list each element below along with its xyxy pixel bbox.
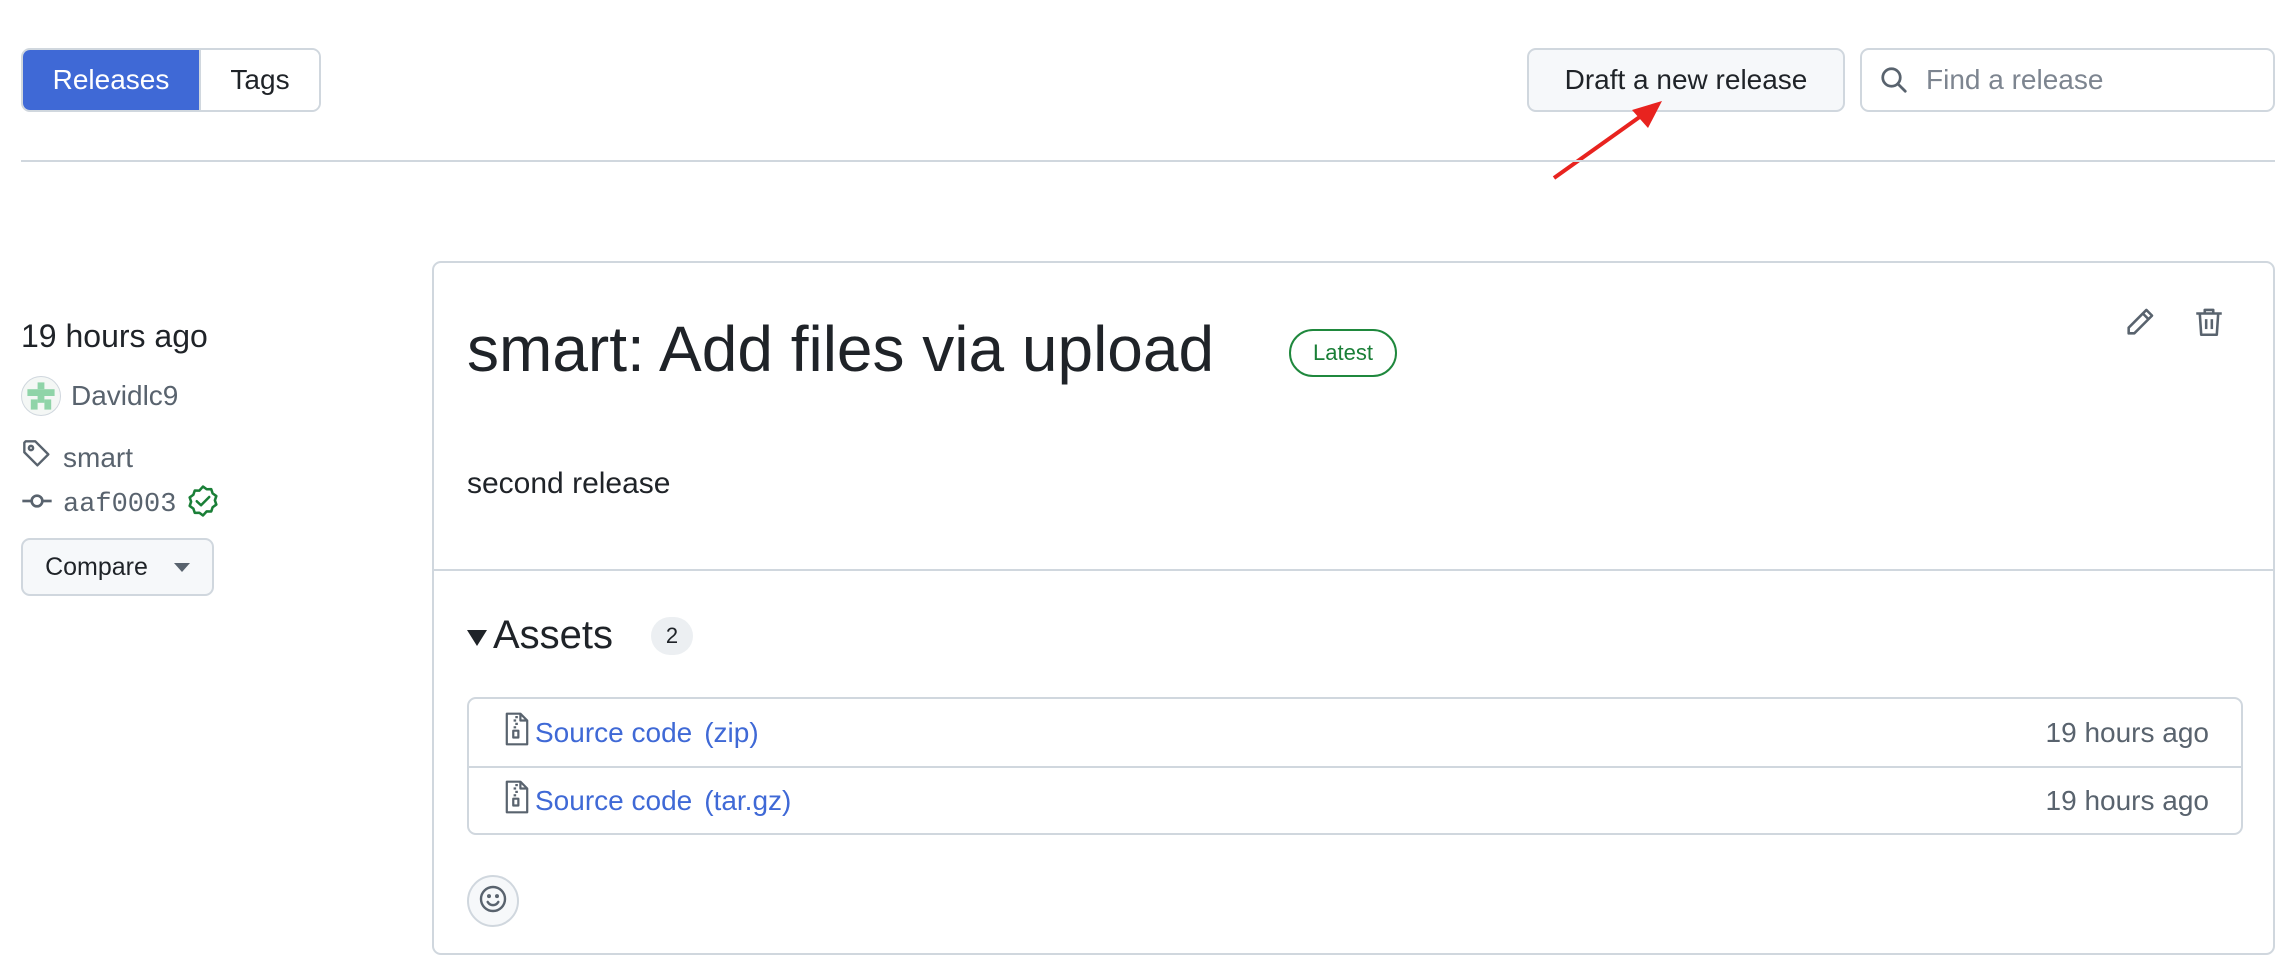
pencil-icon[interactable] [2123, 305, 2157, 344]
asset-time: 19 hours ago [2045, 716, 2209, 748]
asset-link-targz[interactable]: Source code (tar.gz) [503, 780, 2046, 821]
list-item: Source code (zip) 19 hours ago [469, 699, 2241, 766]
verified-icon[interactable] [186, 484, 220, 525]
asset-ext[interactable]: (zip) [704, 717, 758, 749]
release-commit[interactable]: aaf0003 [21, 484, 220, 525]
file-zip-icon [503, 780, 531, 821]
assets-label: Assets [493, 613, 614, 657]
release-notes: second release [467, 467, 671, 500]
file-zip-icon [503, 712, 531, 753]
release-time: 19 hours ago [21, 318, 208, 354]
tag-icon [21, 438, 53, 477]
triangle-down-icon [467, 629, 487, 646]
release-title[interactable]: smart: Add files via upload [467, 312, 1214, 386]
release-card: smart: Add files via upload Latest secon… [432, 261, 2275, 955]
chevron-down-icon [173, 562, 190, 572]
release-author[interactable]: Davidlc9 [21, 376, 178, 416]
tab-releases[interactable]: Releases [23, 50, 199, 110]
asset-time: 19 hours ago [2045, 784, 2209, 816]
search-icon [1862, 65, 1926, 95]
releases-tags-switcher: Releases Tags [21, 48, 321, 112]
list-item: Source code (tar.gz) 19 hours ago [469, 766, 2241, 833]
tag-name[interactable]: smart [63, 442, 133, 474]
assets-toggle[interactable]: Assets 2 [467, 613, 694, 658]
assets-list: Source code (zip) 19 hours ago Source co… [467, 697, 2243, 835]
search-input[interactable] [1926, 64, 2246, 96]
trash-icon[interactable] [2192, 305, 2226, 344]
release-tag[interactable]: smart [21, 438, 133, 477]
card-divider [434, 569, 2273, 571]
commit-icon [21, 485, 53, 524]
smiley-icon [477, 883, 509, 920]
assets-count-badge: 2 [651, 616, 694, 655]
asset-ext[interactable]: (tar.gz) [704, 785, 791, 817]
avatar[interactable] [21, 376, 61, 416]
compare-button[interactable]: Compare [21, 538, 214, 596]
author-name[interactable]: Davidlc9 [71, 380, 178, 412]
releases-page: Releases Tags Draft a new release 19 hou… [0, 0, 2293, 971]
top-divider [21, 160, 2275, 162]
asset-link-zip[interactable]: Source code (zip) [503, 712, 2046, 753]
find-release-search[interactable] [1860, 48, 2275, 112]
compare-label: Compare [45, 552, 148, 581]
commit-hash[interactable]: aaf0003 [63, 490, 176, 520]
arrow-annotation [1552, 101, 1662, 180]
add-reaction-button[interactable] [467, 875, 519, 927]
asset-name[interactable]: Source code [535, 785, 692, 817]
latest-badge: Latest [1289, 329, 1397, 377]
tab-tags[interactable]: Tags [199, 50, 319, 110]
asset-name[interactable]: Source code [535, 717, 692, 749]
